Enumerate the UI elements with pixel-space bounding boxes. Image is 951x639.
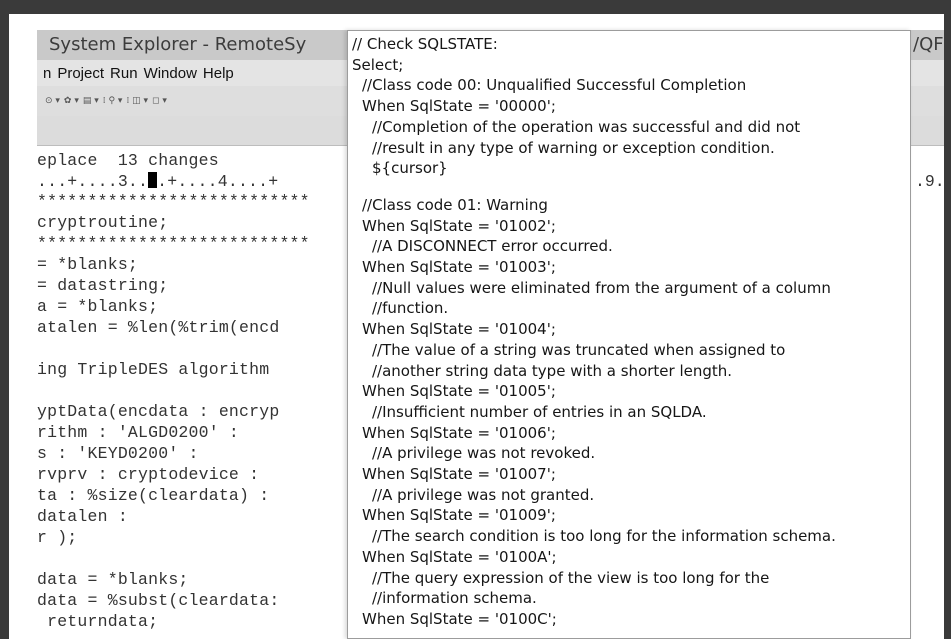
template-line: //information schema. <box>372 589 537 608</box>
screen-frame-top <box>0 0 951 14</box>
menu-item-window[interactable]: Window <box>144 65 197 82</box>
template-line: ${cursor} <box>372 159 448 178</box>
template-line: When SqlState = '01004'; <box>362 320 556 339</box>
code-line: eplace 13 changes <box>37 151 219 170</box>
run-dropdown-icon[interactable]: ⊙ ▾ <box>45 96 60 106</box>
template-line: //result in any type of warning or excep… <box>372 138 775 157</box>
template-line: When SqlState = '01002'; <box>362 216 556 235</box>
edit-dropdown-icon[interactable]: ⁞ ⚲ ▾ <box>103 96 123 106</box>
template-line: //function. <box>372 299 449 318</box>
window-title-right-fragment: /QF <box>913 34 944 55</box>
template-line: //The query expression of the view is to… <box>372 568 770 587</box>
navigate-dropdown-icon[interactable]: ⁞ ◫ ▾ <box>126 96 148 106</box>
ruler-left: ...+....3.. <box>37 172 149 191</box>
menu-item-run[interactable]: Run <box>110 65 138 82</box>
template-line: Select; <box>352 55 404 74</box>
content-assist-popup[interactable]: // Check SQLSTATE: Select; //Class code 00… <box>347 30 911 639</box>
code-line: rithm : 'ALGD0200' : <box>37 423 240 442</box>
code-line: data = *blanks; <box>37 570 189 589</box>
template-line: When SqlState = '01009'; <box>362 506 556 525</box>
tools-dropdown-icon[interactable]: ▤ ▾ <box>83 96 99 106</box>
nav-back-icon[interactable]: ◻ ▾ <box>152 96 167 106</box>
window-title: System Explorer - RemoteSy <box>49 34 307 55</box>
template-line: //A privilege was not revoked. <box>372 444 596 463</box>
template-line: //Completion of the operation was succes… <box>372 117 801 136</box>
code-line: yptData(encdata : encryp <box>37 402 280 421</box>
screen-frame-left <box>0 0 9 639</box>
code-line: = datastring; <box>37 276 169 295</box>
template-line: When SqlState = '01003'; <box>362 258 556 276</box>
column-ruler: ...+....3.. .+....4....+ <box>37 172 278 191</box>
code-line: cryptroutine; <box>37 213 169 232</box>
code-line: *************************** <box>37 234 310 253</box>
text-cursor <box>148 172 158 188</box>
template-line: //Class code 01: Warning <box>362 195 548 214</box>
template-line: //The search condition is too long for t… <box>372 527 836 546</box>
template-line: //A DISCONNECT error occurred. <box>372 237 613 256</box>
code-line: *************************** <box>37 192 310 211</box>
menu-item-partial[interactable]: n <box>43 65 51 82</box>
template-line: //A privilege was not granted. <box>372 485 595 504</box>
code-line: datalen : <box>37 507 128 526</box>
menu-item-help[interactable]: Help <box>203 65 234 82</box>
template-line: When SqlState = '01006'; <box>362 423 556 442</box>
debug-dropdown-icon[interactable]: ✿ ▾ <box>64 96 79 106</box>
code-line: ing TripleDES algorithm <box>37 360 270 379</box>
template-line: When SqlState = '00000'; <box>362 97 556 116</box>
code-line: data = %subst(cleardata: <box>37 591 280 610</box>
template-line: When SqlState = '01007'; <box>362 465 556 483</box>
code-line: returndata; <box>37 612 159 631</box>
ruler-mid: .+....4....+ <box>157 172 279 191</box>
template-line: //Null values were eliminated from the a… <box>372 278 831 297</box>
template-line: //The value of a string was truncated wh… <box>372 340 786 359</box>
screen-frame-right <box>944 0 951 639</box>
code-line: r ); <box>37 528 78 547</box>
code-line: rvprv : cryptodevice : <box>37 465 260 484</box>
code-line: ta : %size(cleardata) : <box>37 486 270 505</box>
template-line: When SqlState = '0100A'; <box>362 547 557 566</box>
template-line: //Class code 00: Unqualified Successful … <box>362 76 747 95</box>
template-line: //another string data type with a shorte… <box>372 361 733 380</box>
code-line: atalen = %len(%trim(encd <box>37 318 280 337</box>
template-line: When SqlState = '0100C'; <box>362 609 557 628</box>
template-line: //Insufficient number of entries in an S… <box>372 402 707 421</box>
code-line: a = *blanks; <box>37 297 159 316</box>
ruler-right: .9. <box>915 172 944 191</box>
template-line: When SqlState = '01005'; <box>362 382 556 401</box>
code-line: = *blanks; <box>37 255 139 274</box>
template-line: // Check SQLSTATE: <box>352 35 498 53</box>
code-line: s : 'KEYD0200' : <box>37 444 199 463</box>
menu-item-project[interactable]: Project <box>57 65 104 82</box>
